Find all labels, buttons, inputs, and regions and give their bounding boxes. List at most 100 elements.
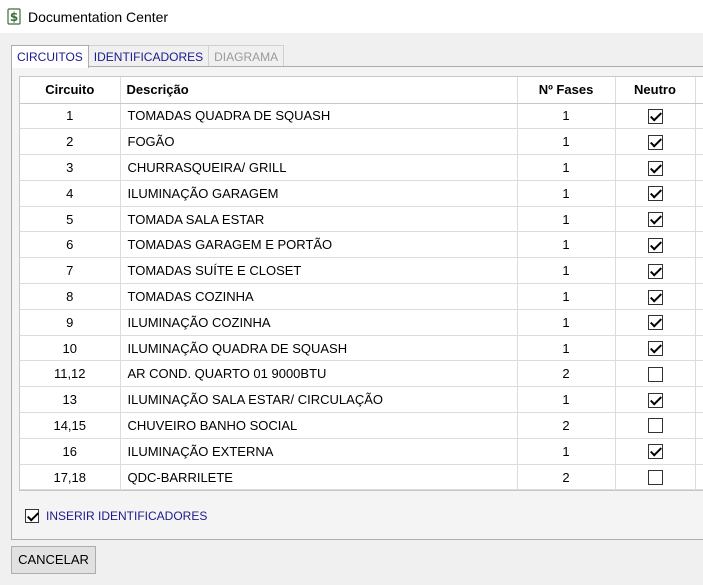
cell-descricao[interactable]: TOMADA SALA ESTAR [120,206,518,233]
cell-descricao[interactable]: QDC-BARRILETE [120,464,518,490]
table-row[interactable]: 3 CHURRASQUEIRA/ GRILL 1 [20,154,703,181]
cell-neutro [615,412,696,439]
cell-circuito[interactable]: 3 [20,154,121,181]
neutro-checkbox[interactable] [647,444,663,460]
cell-fases[interactable]: 1 [517,128,616,156]
table-row[interactable]: 9 ILUMINAÇÃO COZINHA 1 [20,309,703,336]
cancel-button[interactable]: CANCELAR [11,546,96,574]
cell-fases[interactable]: 1 [517,206,616,233]
table-header-row: Circuito Descrição Nº Fases Neutro [20,77,703,104]
tab-panel: Circuito Descrição Nº Fases Neutro 1 TOMA… [11,66,703,540]
neutro-checkbox[interactable] [647,418,663,434]
cell-neutro [615,464,696,490]
neutro-checkbox[interactable] [647,315,663,331]
table-row[interactable]: 13 ILUMINAÇÃO SALA ESTAR/ CIRCULAÇÃO 1 [20,386,703,414]
cell-circuito[interactable]: 9 [20,309,121,336]
cell-filler [695,309,703,336]
neutro-checkbox[interactable] [647,160,663,176]
cell-circuito[interactable]: 4 [20,180,121,207]
header-descricao[interactable]: Descrição [120,77,518,104]
cell-descricao[interactable]: ILUMINAÇÃO QUADRA DE SQUASH [120,335,518,362]
table-row[interactable]: 17,18 QDC-BARRILETE 2 [20,464,703,490]
cell-fases[interactable]: 1 [517,257,616,285]
cell-circuito[interactable]: 17,18 [20,464,121,490]
cell-fases[interactable]: 1 [517,438,616,465]
cell-circuito[interactable]: 2 [20,128,121,156]
cell-filler [695,464,703,490]
table-row[interactable]: 5 TOMADA SALA ESTAR 1 [20,206,703,233]
circuits-grid: Circuito Descrição Nº Fases Neutro 1 TOMA… [19,76,703,491]
circuits-table: Circuito Descrição Nº Fases Neutro 1 TOMA… [20,77,703,490]
cell-fases[interactable]: 1 [517,231,616,259]
neutro-checkbox[interactable] [647,134,663,150]
header-filler [695,77,703,104]
cell-fases[interactable]: 1 [517,335,616,362]
svg-text:$: $ [10,10,18,24]
cell-fases[interactable]: 2 [517,360,616,388]
cell-circuito[interactable]: 10 [20,335,121,362]
cell-descricao[interactable]: TOMADAS GARAGEM E PORTÃO [120,231,518,259]
neutro-checkbox[interactable] [647,366,663,382]
cell-descricao[interactable]: ILUMINAÇÃO SALA ESTAR/ CIRCULAÇÃO [120,386,518,414]
neutro-checkbox[interactable] [647,237,663,253]
cell-descricao[interactable]: ILUMINAÇÃO COZINHA [120,309,518,336]
cell-descricao[interactable]: CHUVEIRO BANHO SOCIAL [120,412,518,439]
table-row[interactable]: 14,15 CHUVEIRO BANHO SOCIAL 2 [20,412,703,439]
cell-descricao[interactable]: TOMADAS COZINHA [120,283,518,310]
cell-descricao[interactable]: TOMADAS SUÍTE E CLOSET [120,257,518,285]
cell-fases[interactable]: 1 [517,180,616,207]
neutro-checkbox[interactable] [647,289,663,305]
cell-filler [695,257,703,285]
neutro-checkbox[interactable] [647,470,663,486]
neutro-checkbox[interactable] [647,212,663,228]
tab-circuitos[interactable]: CIRCUITOS [11,45,89,68]
table-row[interactable]: 7 TOMADAS SUÍTE E CLOSET 1 [20,257,703,285]
header-fases[interactable]: Nº Fases [517,77,616,104]
header-circuito[interactable]: Circuito [20,77,121,104]
cell-circuito[interactable]: 8 [20,283,121,310]
cell-circuito[interactable]: 11,12 [20,360,121,388]
cell-fases[interactable]: 1 [517,103,616,130]
insert-identifiers-option[interactable]: INSERIR IDENTIFICADORES [25,509,207,523]
tab-identificadores[interactable]: IDENTIFICADORES [87,45,210,67]
cell-descricao[interactable]: ILUMINAÇÃO EXTERNA [120,438,518,465]
cell-descricao[interactable]: FOGÃO [120,128,518,156]
cell-fases[interactable]: 2 [517,412,616,439]
cell-fases[interactable]: 1 [517,386,616,414]
cell-filler [695,180,703,207]
cell-fases[interactable]: 1 [517,154,616,181]
cell-descricao[interactable]: AR COND. QUARTO 01 9000BTU [120,360,518,388]
table-row[interactable]: 4 ILUMINAÇÃO GARAGEM 1 [20,180,703,207]
table-row[interactable]: 11,12 AR COND. QUARTO 01 9000BTU 2 [20,360,703,388]
cell-fases[interactable]: 1 [517,309,616,336]
insert-identifiers-checkbox[interactable] [25,509,39,523]
cell-circuito[interactable]: 1 [20,103,121,130]
cell-circuito[interactable]: 14,15 [20,412,121,439]
title-bar: $ Documentation Center [0,0,703,33]
cell-fases[interactable]: 2 [517,464,616,490]
neutro-checkbox[interactable] [647,392,663,408]
table-row[interactable]: 6 TOMADAS GARAGEM E PORTÃO 1 [20,231,703,259]
cell-circuito[interactable]: 7 [20,257,121,285]
cell-circuito[interactable]: 16 [20,438,121,465]
cell-descricao[interactable]: TOMADAS QUADRA DE SQUASH [120,103,518,130]
header-neutro[interactable]: Neutro [615,77,696,104]
table-row[interactable]: 10 ILUMINAÇÃO QUADRA DE SQUASH 1 [20,335,703,362]
cell-circuito[interactable]: 6 [20,231,121,259]
neutro-checkbox[interactable] [647,341,663,357]
cell-circuito[interactable]: 13 [20,386,121,414]
cell-filler [695,386,703,414]
cell-fases[interactable]: 1 [517,283,616,310]
cell-circuito[interactable]: 5 [20,206,121,233]
table-row[interactable]: 2 FOGÃO 1 [20,128,703,156]
neutro-checkbox[interactable] [647,108,663,124]
cell-descricao[interactable]: CHURRASQUEIRA/ GRILL [120,154,518,181]
cell-neutro [615,231,696,259]
cell-descricao[interactable]: ILUMINAÇÃO GARAGEM [120,180,518,207]
neutro-checkbox[interactable] [647,186,663,202]
table-row[interactable]: 8 TOMADAS COZINHA 1 [20,283,703,310]
table-row[interactable]: 16 ILUMINAÇÃO EXTERNA 1 [20,438,703,465]
cell-neutro [615,386,696,414]
neutro-checkbox[interactable] [647,263,663,279]
table-row[interactable]: 1 TOMADAS QUADRA DE SQUASH 1 [20,103,703,130]
